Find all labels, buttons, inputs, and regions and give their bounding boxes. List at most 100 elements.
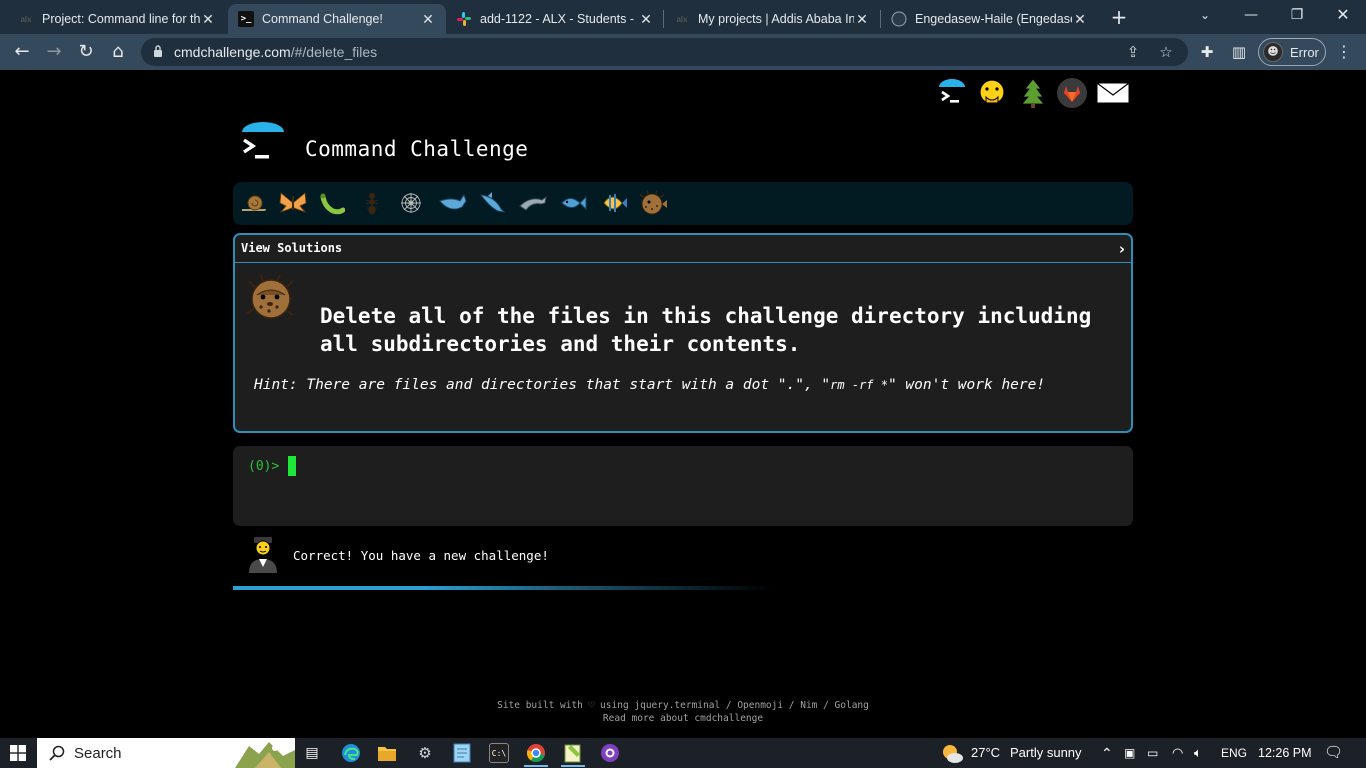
url-path: /#/delete_files <box>290 44 378 60</box>
file-explorer-icon[interactable] <box>377 743 397 763</box>
terminal-favicon-icon: >_ <box>238 11 254 27</box>
level-selector <box>233 182 1133 225</box>
terminal-cursor[interactable] <box>288 456 296 476</box>
settings-gear-icon[interactable]: ⚙ <box>415 743 435 763</box>
close-icon[interactable]: ✕ <box>854 11 870 28</box>
back-button[interactable]: ← <box>10 40 34 64</box>
minimize-button[interactable]: — <box>1228 0 1274 30</box>
blowfish-icon[interactable] <box>638 188 668 218</box>
close-icon[interactable]: ✕ <box>1072 11 1088 28</box>
bookmark-star-icon[interactable]: ☆ <box>1156 42 1176 62</box>
weather-description[interactable]: Partly sunny <box>1010 738 1082 768</box>
weather-icon[interactable] <box>940 738 964 768</box>
lock-icon[interactable] <box>153 44 163 58</box>
new-tab-button[interactable]: + <box>1108 5 1130 29</box>
alx-logo-icon: alx <box>20 14 32 24</box>
battery-icon[interactable]: ▭ <box>1147 738 1158 768</box>
clock-time[interactable]: 12:26 PM <box>1258 738 1312 768</box>
whale-icon[interactable] <box>438 188 468 218</box>
volume-icon[interactable]: 🔈︎ <box>1194 738 1202 768</box>
tab-github[interactable]: Engedasew-Haile (Engedasew ✕ <box>881 4 1098 34</box>
close-icon[interactable]: ✕ <box>420 11 436 28</box>
chevron-right-icon[interactable]: › <box>1119 240 1125 258</box>
snail-icon[interactable] <box>239 188 269 218</box>
share-icon[interactable]: ⇪ <box>1123 42 1143 62</box>
notepad-plus-running-indicator <box>561 765 585 767</box>
site-logo-icon[interactable] <box>241 122 285 166</box>
url-text[interactable]: cmdchallenge.com/#/delete_files <box>174 44 377 60</box>
chrome-icon[interactable] <box>526 743 546 763</box>
chrome-running-indicator <box>524 765 548 767</box>
view-solutions-toggle[interactable]: View Solutions › <box>235 235 1131 263</box>
tab-project-command-line[interactable]: alx Project: Command line for th ✕ <box>8 4 226 34</box>
dolphin-icon[interactable] <box>518 188 548 218</box>
search-icon <box>49 745 65 761</box>
extensions-puzzle-icon[interactable]: ✚ <box>1197 42 1217 62</box>
shark-icon[interactable] <box>477 188 507 218</box>
tropical-fish-icon[interactable] <box>599 188 629 218</box>
github-desktop-icon[interactable] <box>600 743 620 763</box>
side-panel-icon[interactable]: ▥ <box>1229 42 1249 62</box>
close-icon[interactable]: ✕ <box>638 11 654 28</box>
command-prompt-icon[interactable]: C:\ <box>489 743 509 763</box>
challenge-hint: Hint: There are files and directories th… <box>254 377 1045 393</box>
meet-now-icon[interactable]: ▣ <box>1124 738 1135 768</box>
spider-web-icon[interactable] <box>396 188 426 218</box>
windows-start-icon[interactable] <box>10 745 26 761</box>
tab-title: My projects | Addis Ababa In <box>698 12 854 26</box>
browser-toolbar: ← → ↻ ⌂ cmdchallenge.com/#/delete_files … <box>0 34 1366 70</box>
tab-search-button[interactable]: ⌄ <box>1182 0 1228 30</box>
browser-menu-icon[interactable]: ⋮ <box>1336 42 1352 62</box>
browser-tab-strip: alx Project: Command line for th ✕ >_ Co… <box>0 0 1366 34</box>
tab-slack[interactable]: add-1122 - ALX - Students - ✕ <box>446 4 664 34</box>
url-host: cmdchallenge.com <box>174 44 291 60</box>
windows-taskbar: Search ▤ ⚙ C:\ 27°C Partly sunny ⌃ ▣ ▭ ◠… <box>0 738 1366 768</box>
taskbar-search-box[interactable]: Search <box>37 738 295 768</box>
tab-command-challenge[interactable]: >_ Command Challenge! ✕ <box>228 4 446 34</box>
site-footer: Site built with ♡ using jquery.terminal … <box>0 699 1366 725</box>
input-language[interactable]: ENG <box>1221 738 1247 768</box>
restore-button[interactable]: ❐ <box>1274 0 1320 30</box>
terminal-icon[interactable] <box>935 76 969 110</box>
face-hand-over-mouth-icon[interactable] <box>975 76 1009 110</box>
notepad-icon[interactable] <box>452 743 472 763</box>
tab-title: add-1122 - ALX - Students - <box>480 12 635 26</box>
show-hidden-icons-chevron-up-icon[interactable]: ⌃ <box>1101 738 1113 768</box>
hint-suffix: " won't work here! <box>887 377 1046 393</box>
taskbar-search-label: Search <box>74 744 122 762</box>
terminal[interactable]: (0)> <box>233 446 1133 526</box>
close-icon[interactable]: ✕ <box>200 11 216 28</box>
window-close-button[interactable]: ✕ <box>1320 0 1366 30</box>
ant-icon[interactable] <box>357 188 387 218</box>
home-button[interactable]: ⌂ <box>106 40 130 64</box>
weather-temperature[interactable]: 27°C <box>971 738 1000 768</box>
challenge-description: Delete all of the files in this challeng… <box>320 304 1092 356</box>
hint-prefix: Hint: There are files and directories th… <box>254 377 831 393</box>
tab-title: Project: Command line for th <box>42 12 200 26</box>
gitlab-icon[interactable] <box>1055 76 1089 110</box>
notepad-plus-icon[interactable] <box>563 743 583 763</box>
edge-icon[interactable] <box>341 743 361 763</box>
terminal-prompt: (0)> <box>248 459 280 474</box>
evergreen-tree-icon[interactable] <box>1016 76 1050 110</box>
view-solutions-label: View Solutions <box>241 241 343 255</box>
site-title[interactable]: Command Challenge <box>305 137 528 161</box>
progress-fill <box>233 586 773 590</box>
reload-button[interactable]: ↻ <box>74 40 98 64</box>
profile-button[interactable]: ☻ Error <box>1258 38 1326 66</box>
wifi-icon[interactable]: ◠ <box>1172 738 1183 768</box>
butterfly-icon[interactable] <box>278 188 308 218</box>
envelope-icon[interactable] <box>1096 76 1130 110</box>
footer-about-link[interactable]: Read more about cmdchallenge <box>0 712 1366 725</box>
judge-avatar-icon <box>245 535 281 575</box>
tab-my-projects[interactable]: alx My projects | Addis Ababa In ✕ <box>664 4 880 34</box>
task-view-icon[interactable]: ▤ <box>302 743 322 763</box>
bug-icon[interactable] <box>317 188 347 218</box>
forward-button[interactable]: → <box>42 40 66 64</box>
alx-logo-icon: alx <box>676 14 688 24</box>
notifications-icon[interactable]: 🗨︎ <box>1324 738 1343 768</box>
footer-credits[interactable]: Site built with ♡ using jquery.terminal … <box>0 699 1366 712</box>
fish-icon[interactable] <box>558 188 588 218</box>
challenge-panel: View Solutions › Delete all of the files… <box>233 233 1133 433</box>
address-bar[interactable]: cmdchallenge.com/#/delete_files ⇪ ☆ <box>141 38 1188 66</box>
